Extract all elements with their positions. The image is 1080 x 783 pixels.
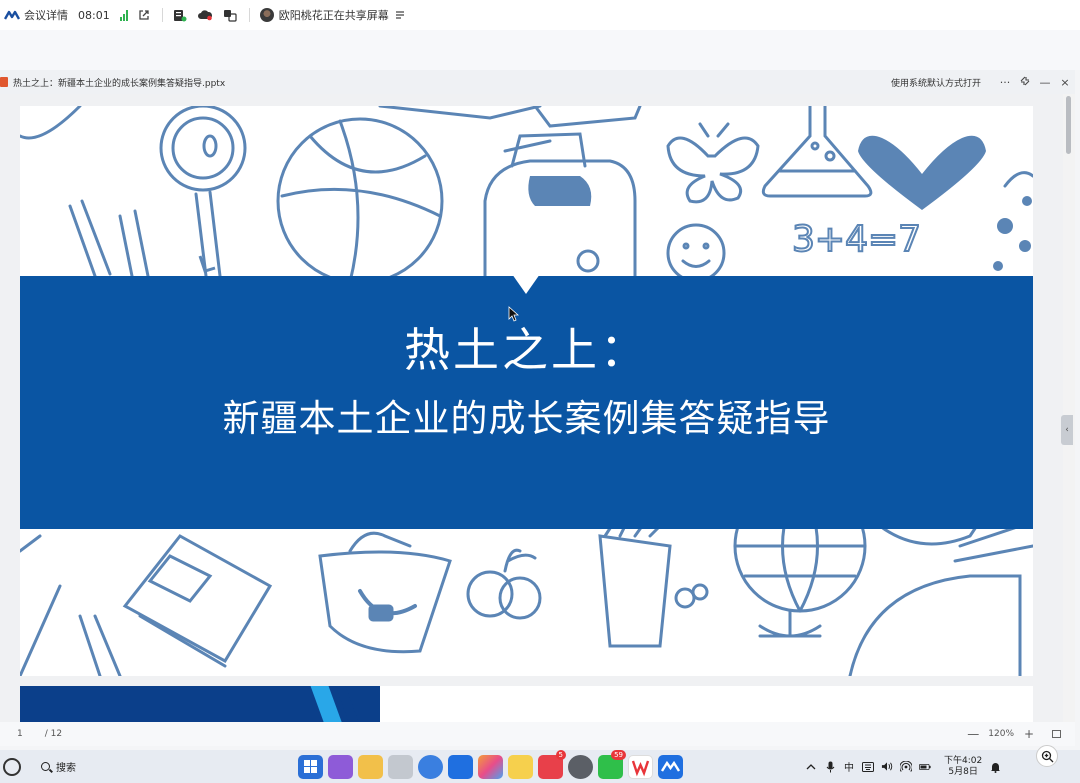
toolbar-divider [248, 8, 250, 22]
cortana-icon[interactable] [3, 757, 21, 776]
meeting-toolbar: 会议详情 08:01 欧阳桃花正在共享屏幕 [0, 0, 1080, 30]
meeting-details-button[interactable]: 会议详情 [24, 7, 68, 23]
network-signal-icon[interactable] [119, 9, 128, 21]
close-button[interactable]: × [1055, 76, 1075, 89]
translate-icon[interactable] [223, 9, 237, 22]
band-notch-decoration [512, 274, 540, 294]
doodle-equation: 3+4=7 [792, 219, 921, 260]
minimize-button[interactable]: — [1035, 76, 1055, 89]
volume-icon[interactable] [881, 761, 893, 772]
document-titlebar: 热土之上：新疆本土企业的成长案例集答疑指导.pptx 使用系统默认方式打开 ··… [0, 70, 1075, 94]
document-title: 热土之上：新疆本土企业的成长案例集答疑指导.pptx [13, 78, 226, 89]
pptx-file-icon [0, 77, 8, 87]
more-options-button[interactable]: ··· [995, 76, 1015, 89]
current-page[interactable]: 1 [17, 729, 23, 739]
battery-icon[interactable] [919, 761, 931, 772]
system-tray: 中 下午4:02 5月8日 [805, 750, 1001, 783]
presenter-avatar [259, 8, 274, 22]
app-store-badge: 5 [555, 750, 566, 760]
search-icon [41, 762, 50, 771]
notification-bell-icon[interactable] [989, 761, 1001, 773]
slide-viewer[interactable]: 3+4=7 热土之上： 新疆本土企业的成长案例集答疑指导 [0, 94, 1063, 722]
open-with-default-button[interactable]: 使用系统默认方式打开 [885, 76, 987, 89]
tencent-meeting-icon[interactable] [658, 755, 683, 779]
zoom-level[interactable]: 120% [988, 729, 1014, 739]
keyboard-icon[interactable] [862, 761, 874, 772]
wechat-icon[interactable]: 59 [598, 750, 626, 779]
taskbar-search[interactable]: 搜索 [41, 759, 76, 774]
recycle-bin-icon[interactable] [388, 755, 413, 779]
app-store-icon[interactable]: 5 [538, 750, 566, 779]
clock-date: 5月8日 [948, 766, 978, 777]
magnifier-zoom-icon[interactable] [1036, 745, 1058, 767]
shared-screen-background [0, 30, 1080, 70]
meeting-logo-icon [4, 10, 20, 20]
slide-title: 热土之上： [404, 323, 649, 377]
chevron-up-icon[interactable] [805, 761, 817, 772]
collapse-icon[interactable] [1015, 76, 1035, 89]
clock-time: 下午4:02 [944, 755, 983, 766]
meeting-timer: 08:01 [78, 8, 110, 22]
input-method-icon[interactable]: 中 [843, 761, 855, 774]
system-clock[interactable]: 下午4:02 5月8日 [944, 756, 982, 778]
taskbar: 搜索 5 59 中 下午4:02 5月8日 [0, 750, 1080, 783]
side-panel-toggle-icon[interactable]: ‹ [1061, 415, 1073, 445]
mail-icon[interactable] [448, 755, 473, 779]
wps-office-icon[interactable] [628, 755, 653, 779]
widgets-icon[interactable] [328, 755, 353, 779]
zoom-in-button[interactable]: + [1020, 727, 1038, 741]
file-explorer-icon[interactable] [358, 755, 383, 779]
viewer-statusbar: 1 / 12 — 120% + [0, 722, 1075, 746]
scrollbar-thumb[interactable] [1066, 96, 1071, 154]
browser-icon[interactable] [418, 755, 443, 779]
settings-icon[interactable] [568, 755, 593, 779]
cloud-record-icon[interactable] [197, 9, 213, 21]
search-label: 搜索 [56, 763, 76, 774]
start-menu-icon[interactable] [298, 755, 323, 779]
microphone-icon[interactable] [824, 761, 836, 772]
hotspot-icon[interactable] [900, 760, 912, 772]
taskbar-apps: 5 59 [298, 750, 683, 779]
slide-2-preview [20, 686, 1033, 722]
wechat-badge: 59 [611, 750, 626, 760]
photos-icon[interactable] [478, 755, 503, 779]
slide-subtitle: 新疆本土企业的成长案例集答疑指导 [222, 397, 831, 440]
zoom-out-button[interactable]: — [964, 727, 982, 741]
sharing-status-text: 欧阳桃花正在共享屏幕 [278, 9, 389, 22]
sharing-menu-icon[interactable] [395, 10, 405, 20]
external-link-icon[interactable] [138, 9, 150, 21]
record-doc-icon[interactable] [173, 9, 187, 22]
mouse-cursor-icon [508, 306, 519, 322]
page-layout-icon[interactable] [1052, 730, 1061, 738]
toolbar-divider [161, 8, 163, 22]
slide-1: 3+4=7 热土之上： 新疆本土企业的成长案例集答疑指导 [20, 106, 1033, 676]
total-pages: / 12 [44, 729, 63, 739]
sticky-notes-icon[interactable] [508, 755, 533, 779]
vertical-scrollbar[interactable] [1063, 94, 1075, 722]
